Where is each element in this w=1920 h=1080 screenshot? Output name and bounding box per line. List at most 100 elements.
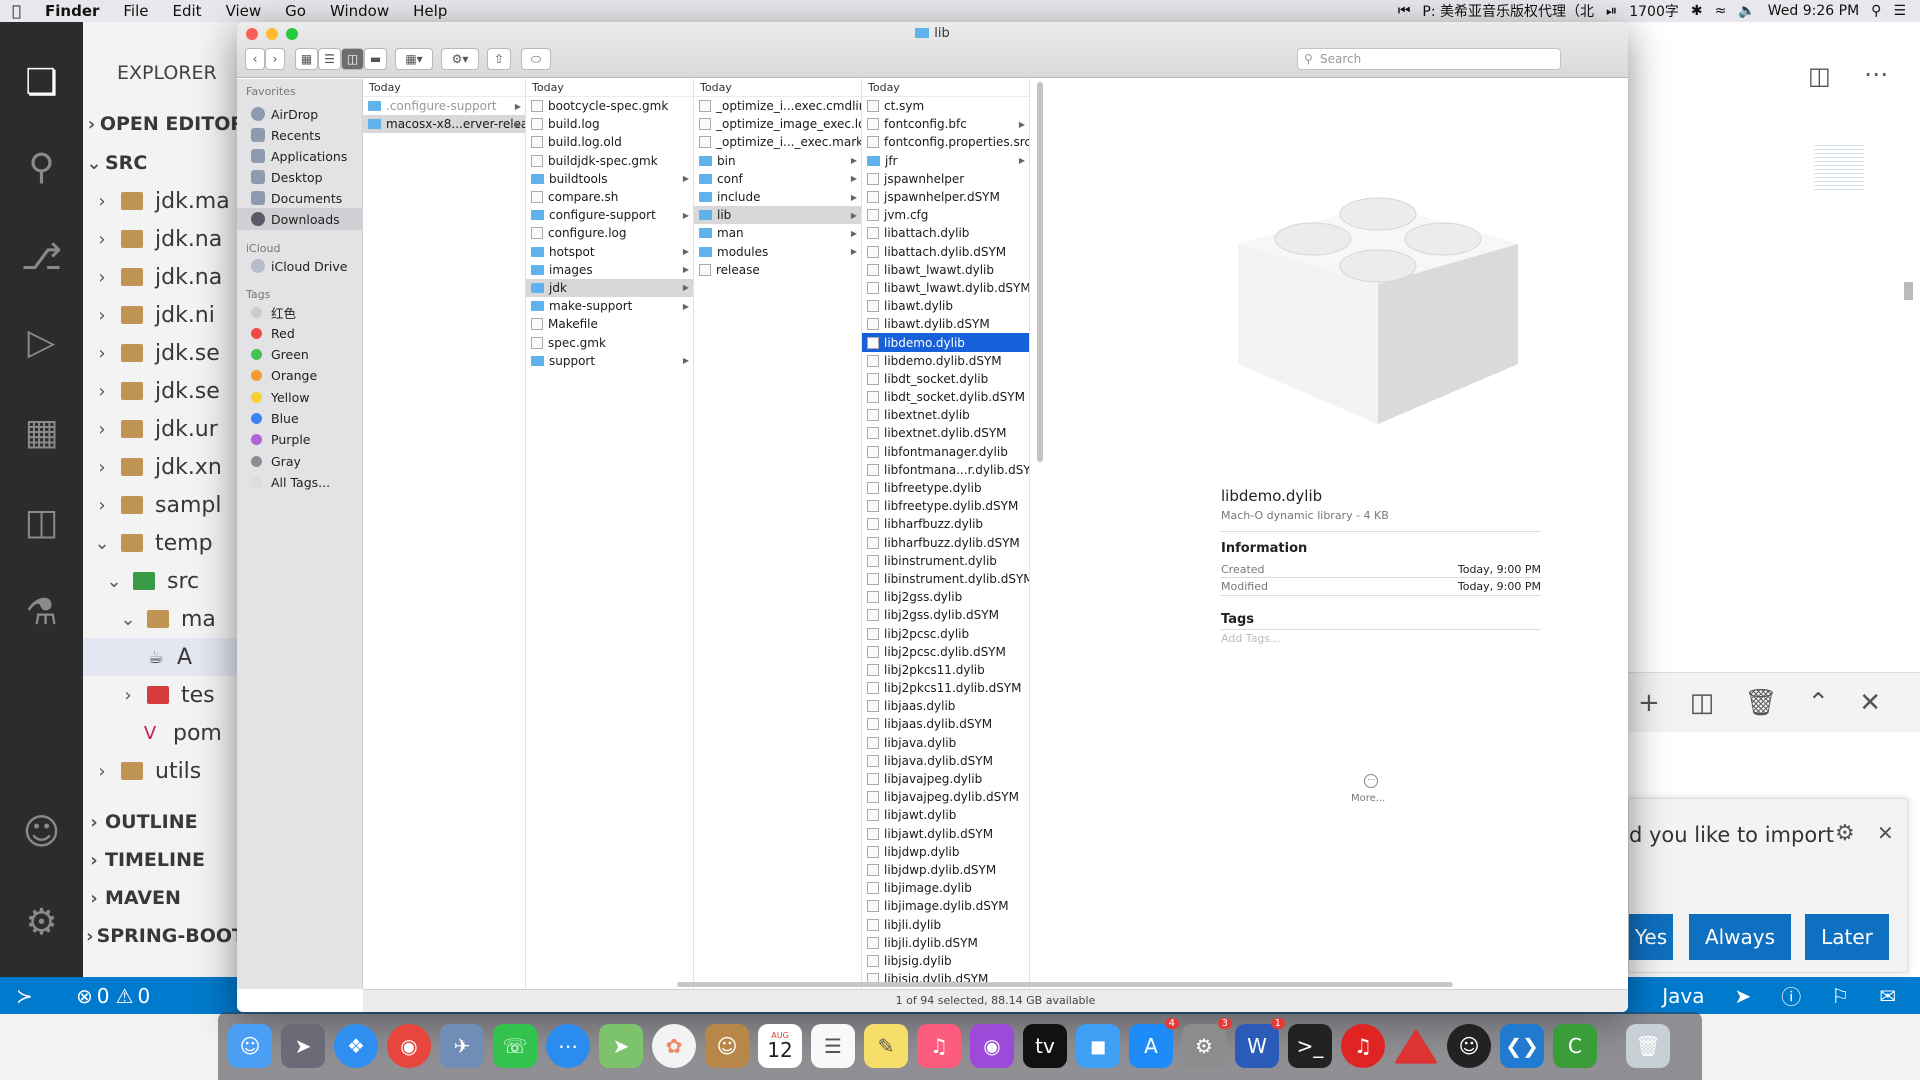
file-row[interactable]: libinstrument.dylib.dSYM	[862, 570, 1029, 588]
file-row[interactable]: libjli.dylib.dSYM	[862, 934, 1029, 952]
file-row[interactable]: ct.sym	[862, 97, 1029, 115]
folder-row[interactable]: images ▶	[526, 261, 693, 279]
later-button[interactable]: Later	[1805, 914, 1889, 960]
run-debug-icon[interactable]: ▷	[0, 312, 83, 372]
sidebar-item-documents[interactable]: Documents	[237, 187, 363, 209]
section-outline[interactable]: › OUTLINE	[83, 803, 245, 841]
sidebar-item-applications[interactable]: Applications	[237, 145, 363, 167]
file-row[interactable]: libdemo.dylib	[862, 333, 1029, 352]
share-button[interactable]: ⇧	[487, 48, 511, 70]
file-row[interactable]: libjava.dylib	[862, 734, 1029, 752]
file-row[interactable]: libdt_socket.dylib.dSYM	[862, 388, 1029, 406]
file-row[interactable]: libextnet.dylib.dSYM	[862, 424, 1029, 442]
tree-file-a-java[interactable]: ☕ A	[83, 638, 245, 676]
section-maven[interactable]: › MAVEN	[83, 879, 245, 917]
tree-folder-ma[interactable]: ⌄ ma	[83, 600, 245, 638]
explorer-icon[interactable]: ❏	[0, 52, 83, 112]
sidebar-item-icloud-drive[interactable]: iCloud Drive	[237, 255, 363, 277]
add-tags-field[interactable]: Add Tags...	[1221, 632, 1281, 645]
section-src[interactable]: ⌄ SRC	[83, 144, 245, 182]
file-row[interactable]: compare.sh	[526, 188, 693, 206]
file-row[interactable]: libj2pcsc.dylib	[862, 624, 1029, 642]
control-center-icon[interactable]: ☰	[1893, 3, 1906, 19]
file-row[interactable]: libfontmana...r.dylib.dSYM	[862, 461, 1029, 479]
bluetooth-icon[interactable]: ✱	[1691, 3, 1703, 19]
safari-app-icon[interactable]: ❖	[334, 1024, 378, 1068]
section-spring-boot[interactable]: › SPRING-BOOT	[83, 917, 245, 955]
system-preferences-icon[interactable]: ⚙ 3	[1182, 1018, 1232, 1068]
file-row[interactable]: libfontmanager.dylib	[862, 443, 1029, 461]
music-play-icon[interactable]: ⏯	[1606, 3, 1617, 19]
info-icon[interactable]: ⓘ	[1781, 981, 1801, 1010]
tree-folder-utils[interactable]: › utils	[83, 752, 245, 790]
app-store-icon[interactable]: A4	[1129, 1018, 1179, 1068]
file-row[interactable]: fontconfig.bfc ▶	[862, 115, 1029, 133]
file-row[interactable]: libattach.dylib	[862, 224, 1029, 242]
chevron-up-icon[interactable]: ⌃	[1807, 688, 1829, 718]
file-row[interactable]: jspawnhelper	[862, 170, 1029, 188]
netease-music-icon[interactable]: ♫	[1341, 1024, 1385, 1068]
column-view-button[interactable]: ◫	[341, 48, 364, 70]
folder-row[interactable]: man ▶	[694, 224, 861, 242]
errors-icon[interactable]: ⊗	[76, 984, 93, 1008]
file-row[interactable]: libjaas.dylib	[862, 697, 1029, 715]
tree-folder-src[interactable]: ⌄ src	[83, 562, 245, 600]
word-app-icon[interactable]: W1	[1235, 1018, 1285, 1068]
tree-folder-sampl[interactable]: › sampl	[83, 486, 245, 524]
file-row[interactable]: libharfbuzz.dylib.dSYM	[862, 534, 1029, 552]
file-row[interactable]: libjavajpeg.dylib.dSYM	[862, 788, 1029, 806]
folder-row[interactable]: macosx-x8...erver-release▶	[363, 115, 525, 134]
char-count[interactable]: 1700字	[1629, 1, 1679, 21]
chrome-app-icon[interactable]: ◉	[387, 1024, 431, 1068]
tree-file-pom[interactable]: Vpom	[83, 714, 245, 752]
menu-app-finder[interactable]: Finder	[33, 2, 111, 20]
trash-icon[interactable]: 🗑	[1744, 688, 1777, 718]
sidebar-item-downloads[interactable]: Downloads	[237, 208, 363, 230]
new-terminal-icon[interactable]: +	[1638, 688, 1660, 718]
file-row[interactable]: jvm.cfg	[862, 206, 1029, 224]
sidebar-tag-item[interactable]: Blue	[237, 408, 363, 430]
extensions-icon[interactable]: ▦	[0, 402, 83, 462]
messages-app-icon[interactable]: ⋯	[546, 1024, 590, 1068]
section-open-editors[interactable]: › OPEN EDITOR	[83, 105, 245, 143]
folder-row[interactable]: support ▶	[526, 352, 693, 370]
file-row[interactable]: libattach.dylib.dSYM	[862, 243, 1029, 261]
notification-close-icon[interactable]: ✕	[1877, 821, 1894, 845]
more-icon[interactable]: ⋯	[1364, 774, 1378, 788]
file-row[interactable]: release	[694, 261, 861, 279]
qq-app-icon[interactable]: ☺	[1447, 1024, 1491, 1068]
file-row[interactable]: libjdwp.dylib.dSYM	[862, 861, 1029, 879]
file-row[interactable]: _optimize_i..._exec.marker	[694, 133, 861, 151]
icon-view-button[interactable]: ▦	[295, 48, 318, 70]
file-row[interactable]: libjavajpeg.dylib	[862, 770, 1029, 788]
contacts-app-icon[interactable]: ☺	[705, 1024, 749, 1068]
file-row[interactable]: libdemo.dylib.dSYM	[862, 352, 1029, 370]
file-row[interactable]: libinstrument.dylib	[862, 552, 1029, 570]
file-row[interactable]: build.log.old	[526, 133, 693, 151]
menu-edit[interactable]: Edit	[161, 2, 214, 20]
settings-gear-icon[interactable]: ⚙	[0, 892, 83, 952]
file-row[interactable]: libextnet.dylib	[862, 406, 1029, 424]
file-row[interactable]: libj2gss.dylib	[862, 588, 1029, 606]
folder-row[interactable]: configure-support ▶	[526, 206, 693, 224]
folder-row[interactable]: buildtools ▶	[526, 170, 693, 188]
tree-folder-jdk-na-2[interactable]: › jdk.na	[83, 258, 245, 296]
forward-button[interactable]: ›	[265, 48, 285, 70]
notification-gear-icon[interactable]: ⚙	[1835, 821, 1855, 846]
tree-folder-jdk-ma[interactable]: › jdk.ma	[83, 182, 245, 220]
file-row[interactable]: libharfbuzz.dylib	[862, 515, 1029, 533]
file-row[interactable]: libj2pkcs11.dylib	[862, 661, 1029, 679]
folder-row[interactable]: jdk ▶	[526, 278, 693, 298]
file-row[interactable]: libj2pkcs11.dylib.dSYM	[862, 679, 1029, 697]
file-row[interactable]: libjawt.dylib.dSYM	[862, 825, 1029, 843]
section-timeline[interactable]: › TIMELINE	[83, 841, 245, 879]
menu-window[interactable]: Window	[318, 2, 401, 20]
sidebar-tag-item[interactable]: Green	[237, 344, 363, 366]
list-view-button[interactable]: ☰	[318, 48, 341, 70]
editor-app-icon[interactable]: C	[1553, 1024, 1597, 1068]
menu-help[interactable]: Help	[401, 2, 459, 20]
menu-clock[interactable]: Wed 9:26 PM	[1768, 3, 1859, 19]
file-row[interactable]: Makefile	[526, 315, 693, 333]
sidebar-item-recents[interactable]: Recents	[237, 124, 363, 146]
folder-row[interactable]: make-support ▶	[526, 297, 693, 315]
